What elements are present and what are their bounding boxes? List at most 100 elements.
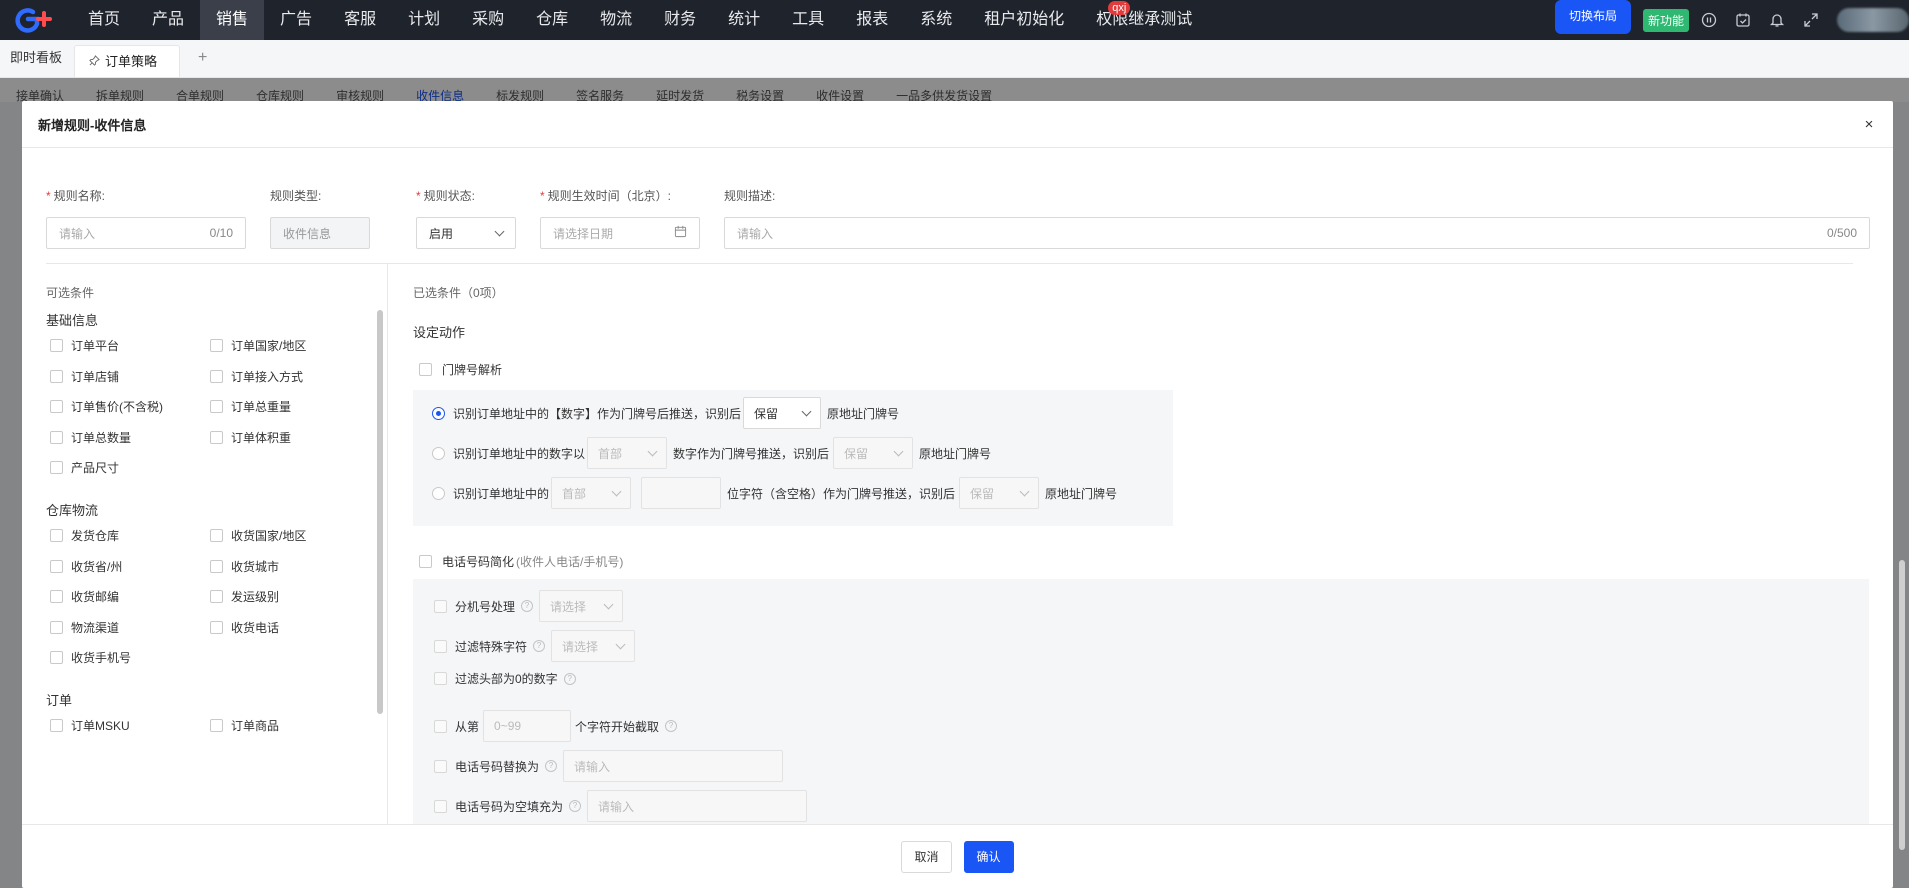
condition-option[interactable]: 收货省/州 [50, 558, 122, 575]
condition-option[interactable]: 订单店铺 [50, 368, 119, 385]
nav-item[interactable]: 权限继承测试 qxj [1080, 0, 1208, 40]
house-number-option[interactable]: 门牌号解析 [419, 361, 502, 378]
help-icon[interactable]: ? [545, 760, 558, 772]
filter-chars-select[interactable]: 请选择 [551, 630, 636, 662]
house-number-radio-3[interactable] [432, 486, 445, 500]
condition-checkbox[interactable] [50, 369, 63, 383]
condition-checkbox[interactable] [50, 400, 63, 413]
nav-item[interactable]: 报表 [840, 0, 904, 40]
condition-option[interactable]: 产品尺寸 [50, 459, 119, 476]
condition-checkbox[interactable] [50, 529, 63, 542]
nav-item[interactable]: 工具 [776, 0, 840, 40]
rule3-keep-select[interactable]: 保留 [959, 477, 1040, 509]
condition-option[interactable]: 物流渠道 [50, 619, 119, 636]
rule2-position-select[interactable]: 首部 [587, 437, 668, 469]
condition-checkbox[interactable] [210, 400, 223, 413]
nav-item[interactable]: 租户初始化 [968, 0, 1080, 40]
rule-name-input[interactable]: 请输入 0/10 [46, 217, 246, 249]
rule1-keep-select[interactable]: 保留 [743, 397, 822, 429]
condition-checkbox[interactable] [50, 620, 63, 634]
empty-fill-input[interactable]: 请输入 [587, 790, 808, 822]
condition-checkbox[interactable] [210, 369, 223, 383]
phone-simplify-option[interactable]: 电话号码简化 (收件人电话/手机号) [419, 553, 623, 570]
nav-item[interactable]: 财务 [648, 0, 712, 40]
condition-checkbox[interactable] [50, 559, 63, 573]
page-scrollbar[interactable] [1899, 560, 1905, 850]
rule-time-picker[interactable]: 请选择日期 [540, 217, 700, 249]
condition-option[interactable]: 收货国家/地区 [210, 527, 306, 544]
phone-simplify-checkbox[interactable] [419, 555, 432, 568]
filter-chars-checkbox[interactable] [434, 639, 447, 653]
house-number-checkbox[interactable] [419, 363, 432, 376]
condition-option[interactable]: 订单售价(不含税) [50, 398, 163, 415]
close-icon[interactable]: × [1861, 116, 1877, 133]
condition-option[interactable]: 收货手机号 [50, 649, 131, 666]
condition-checkbox[interactable] [50, 430, 63, 444]
condition-option[interactable]: 收货城市 [210, 558, 279, 575]
condition-option[interactable]: 发运级别 [210, 588, 279, 605]
add-tab-button[interactable]: + [180, 39, 225, 77]
condition-checkbox[interactable] [210, 590, 223, 603]
condition-option[interactable]: 订单总数量 [50, 429, 131, 446]
left-scrollbar[interactable] [377, 310, 383, 714]
condition-option[interactable]: 订单总重量 [210, 398, 291, 415]
condition-checkbox[interactable] [210, 719, 223, 732]
truncate-start-input[interactable]: 0~99 [483, 710, 572, 742]
nav-item[interactable]: 系统 [904, 0, 968, 40]
condition-checkbox[interactable] [50, 651, 63, 664]
nav-item[interactable]: 仓库 [520, 0, 584, 40]
condition-checkbox[interactable] [50, 461, 63, 474]
help-icon[interactable]: ? [521, 600, 534, 612]
condition-option[interactable]: 订单商品 [210, 717, 279, 734]
nav-item[interactable]: 首页 [72, 0, 136, 40]
rule3-position-select[interactable]: 首部 [551, 477, 632, 509]
replace-input[interactable]: 请输入 [563, 750, 784, 782]
nav-item[interactable]: 物流 [584, 0, 648, 40]
nav-item[interactable]: 计划 [392, 0, 456, 40]
calendar-check-icon[interactable] [1735, 12, 1751, 28]
new-feature-badge[interactable]: 新功能 [1642, 8, 1689, 32]
confirm-button[interactable]: 确认 [963, 840, 1014, 873]
help-icon[interactable]: ? [569, 800, 582, 812]
condition-option[interactable]: 订单MSKU [50, 717, 130, 734]
rule-desc-input[interactable]: 请输入 0/500 [724, 217, 1870, 249]
nav-item[interactable]: 产品 [136, 0, 200, 40]
app-logo[interactable] [0, 0, 72, 40]
nav-item[interactable]: 客服 [328, 0, 392, 40]
condition-option[interactable]: 订单体积重 [210, 429, 291, 446]
bell-icon[interactable] [1769, 12, 1785, 28]
tab-order-strategy[interactable]: 订单策略 [74, 45, 181, 77]
help-icon[interactable]: ? [665, 720, 678, 732]
extension-select[interactable]: 请选择 [539, 590, 624, 622]
condition-checkbox[interactable] [210, 529, 223, 542]
condition-checkbox[interactable] [50, 339, 63, 352]
condition-checkbox[interactable] [50, 590, 63, 603]
condition-option[interactable]: 订单平台 [50, 337, 119, 354]
nav-item[interactable]: 销售 [200, 0, 265, 40]
condition-option[interactable]: 收货电话 [210, 619, 279, 636]
filter-zero-checkbox[interactable] [434, 672, 447, 685]
fullscreen-icon[interactable] [1803, 12, 1819, 28]
replace-checkbox[interactable] [434, 759, 447, 773]
house-number-radio-1[interactable] [432, 406, 445, 420]
truncate-checkbox[interactable] [434, 719, 447, 733]
tab-dashboard[interactable]: 即时看板 [0, 39, 72, 77]
house-number-radio-2[interactable] [432, 446, 445, 460]
condition-checkbox[interactable] [210, 339, 223, 352]
empty-fill-checkbox[interactable] [434, 799, 447, 813]
rule3-digits-input[interactable] [641, 477, 722, 509]
condition-option[interactable]: 发货仓库 [50, 527, 119, 544]
condition-option[interactable]: 订单接入方式 [210, 368, 303, 385]
pause-icon[interactable] [1701, 12, 1717, 28]
switch-layout-button[interactable]: 切换布局 [1554, 0, 1631, 34]
condition-option[interactable]: 订单国家/地区 [210, 337, 306, 354]
nav-item[interactable]: 广告 [264, 0, 328, 40]
condition-option[interactable]: 收货邮编 [50, 588, 119, 605]
cancel-button[interactable]: 取消 [901, 840, 952, 873]
extension-checkbox[interactable] [434, 599, 447, 613]
help-icon[interactable]: ? [533, 640, 546, 652]
help-icon[interactable]: ? [563, 672, 576, 685]
condition-checkbox[interactable] [50, 719, 63, 732]
condition-checkbox[interactable] [210, 430, 223, 444]
rule-status-select[interactable]: 启用 [416, 217, 516, 249]
